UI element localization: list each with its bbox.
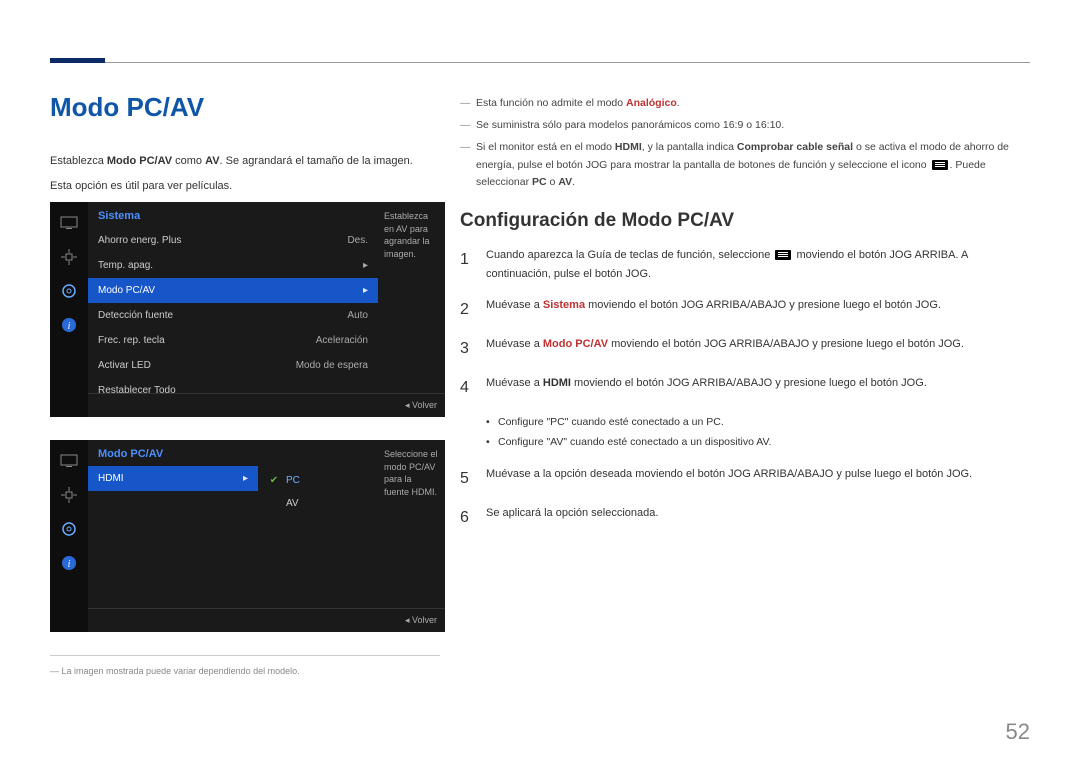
adjust-icon	[58, 246, 80, 268]
intro-line2: Esta opción es útil para ver películas.	[50, 177, 440, 196]
step-2: 2 Muévase a Sistema moviendo el botón JO…	[460, 296, 1030, 323]
osd-option-av: AV	[260, 492, 378, 515]
sub-bullets: Configure "PC" cuando esté conectado a u…	[486, 413, 1030, 453]
menu-icon	[932, 160, 948, 170]
bullet: Configure "PC" cuando esté conectado a u…	[486, 413, 1030, 433]
image-disclaimer: ― La imagen mostrada puede variar depend…	[50, 655, 440, 676]
svg-text:i: i	[68, 321, 71, 332]
header-rule	[50, 62, 1030, 63]
osd-main: Sistema Ahorro energ. PlusDes. Temp. apa…	[88, 202, 378, 403]
osd-row: Ahorro energ. PlusDes.	[88, 228, 378, 253]
step-4: 4 Muévase a HDMI moviendo el botón JOG A…	[460, 374, 1030, 401]
osd-header: Modo PC/AV	[88, 440, 378, 466]
display-icon	[58, 450, 80, 472]
info-icon: i	[58, 314, 80, 336]
osd-submenu: ✔ PC AV	[260, 468, 378, 515]
step-6: 6 Se aplicará la opción seleccionada.	[460, 504, 1030, 531]
header-accent	[50, 58, 105, 63]
step-3: 3 Muévase a Modo PC/AV moviendo el botón…	[460, 335, 1030, 362]
intro-text: . Se agrandará el tamaño de la imagen.	[220, 155, 413, 167]
note-line: Esta función no admite el modo Analógico…	[460, 95, 1030, 113]
osd-description: Seleccione el modo PC/AV para la fuente …	[378, 440, 445, 506]
page-number: 52	[1006, 719, 1030, 745]
intro-text: como	[172, 155, 205, 167]
osd-sidebar: i	[50, 202, 88, 417]
step-1: 1 Cuando aparezca la Guía de teclas de f…	[460, 246, 1030, 283]
right-column: Esta función no admite el modo Analógico…	[460, 95, 1030, 543]
osd-row: Activar LEDModo de espera	[88, 353, 378, 378]
intro-kw2: AV	[205, 155, 219, 167]
osd-footer: ◂ Volver	[88, 608, 445, 632]
bullet: Configure "AV" cuando esté conectado a u…	[486, 433, 1030, 453]
osd-screenshot-pcav: i Modo PC/AV HDMI▸ ✔ PC AV Seleccione el…	[50, 440, 445, 632]
osd-row: Frec. rep. teclaAceleración	[88, 328, 378, 353]
osd-row: Detección fuenteAuto	[88, 303, 378, 328]
note-line: Si el monitor está en el modo HDMI, y la…	[460, 139, 1030, 193]
intro-kw1: Modo PC/AV	[107, 155, 172, 167]
adjust-icon	[58, 484, 80, 506]
step-5: 5 Muévase a la opción deseada moviendo e…	[460, 465, 1030, 492]
page-title: Modo PC/AV	[50, 92, 204, 123]
osd-sidebar: i	[50, 440, 88, 632]
svg-text:i: i	[68, 559, 71, 570]
osd-option-pc: ✔ PC	[260, 468, 378, 492]
note-line: Se suministra sólo para modelos panorámi…	[460, 117, 1030, 135]
osd-row-selected: Modo PC/AV▸	[88, 278, 378, 303]
osd-header: Sistema	[88, 202, 378, 228]
check-icon: ✔	[268, 474, 280, 486]
display-icon	[58, 212, 80, 234]
intro-text: Establezca	[50, 155, 107, 167]
info-icon: i	[58, 552, 80, 574]
menu-icon	[775, 250, 791, 260]
section-title: Configuración de Modo PC/AV	[460, 210, 1030, 232]
osd-description: Establezca en AV para agrandar la imagen…	[378, 202, 445, 268]
osd-row: Temp. apag.▸	[88, 253, 378, 278]
osd-screenshot-sistema: i Sistema Ahorro energ. PlusDes. Temp. a…	[50, 202, 445, 417]
osd-row-selected: HDMI▸	[88, 466, 258, 491]
gear-icon	[58, 280, 80, 302]
osd-footer: ◂ Volver	[88, 393, 445, 417]
intro-paragraph: Establezca Modo PC/AV como AV. Se agrand…	[50, 152, 440, 195]
gear-icon	[58, 518, 80, 540]
